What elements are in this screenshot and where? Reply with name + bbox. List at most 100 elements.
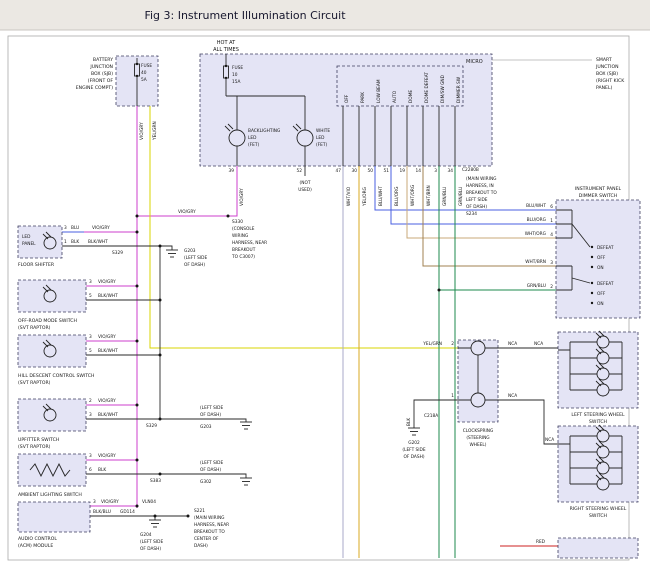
bjb-label: ENGINE COMPT) (76, 85, 113, 91)
wire-label: BLK/WHT (98, 348, 118, 354)
svg-text:S234: S234 (466, 211, 477, 217)
svg-text:NCA: NCA (545, 437, 554, 443)
pin-number: 52 (297, 168, 303, 174)
component-name: CLOCKSPRING (463, 428, 494, 434)
switch-position-label: OFF (597, 291, 606, 297)
svg-text:NCA: NCA (508, 341, 517, 347)
fuse-10-label: 10 (232, 72, 238, 78)
wire-label: VIO/GRY (239, 188, 245, 206)
svg-text:HARNESS, NEAR: HARNESS, NEAR (194, 522, 229, 528)
component-name: (SVT RAPTOR) (18, 380, 51, 386)
pin-number: 3 (93, 499, 96, 505)
wire-label: RED (536, 539, 546, 545)
hot-at-all-times-label: HOT AT (217, 40, 236, 46)
pin-number: 50 (368, 168, 374, 174)
component-name: DIMMER SWITCH (579, 193, 617, 199)
micro-signal-label: OFF (344, 94, 350, 103)
component-name: HILL DESCENT CONTROL SWITCH (18, 373, 94, 379)
bjb-label: JUNCTION (89, 64, 113, 70)
svg-text:BREAKOUT: BREAKOUT (232, 247, 256, 253)
wire-label: VIO/GRY (139, 122, 145, 140)
fuse-40-label: 40 (141, 70, 147, 76)
svg-text:LEFT SIDE: LEFT SIDE (466, 197, 488, 203)
sjb-label: (RIGHT KICK (596, 78, 625, 84)
pin-number: 39 (229, 168, 235, 174)
pin-number: 2 (89, 398, 92, 404)
component-name: LEFT STEERING WHEEL (571, 412, 625, 418)
pin-number: 47 (336, 168, 342, 174)
backlighting-led-label: LED (248, 135, 257, 141)
sjb-label: PANEL) (596, 85, 613, 91)
svg-text:HARNESS, NEAR: HARNESS, NEAR (232, 240, 267, 246)
sjb-label: JUNCTION (595, 64, 619, 70)
pin-number: 34 (448, 168, 454, 174)
pin-number: 5 (89, 293, 92, 299)
sjb-label: SMART (596, 57, 612, 63)
component-name: (SVT RAPTOR) (18, 325, 51, 331)
svg-text:HARNESS, IN: HARNESS, IN (466, 183, 494, 189)
micro-label: MICRO (466, 59, 483, 65)
wire-label: YEL/GRN (152, 121, 158, 141)
wire-label: YEL/GRN (422, 341, 442, 347)
white-led-label: WHITE (316, 128, 330, 134)
svg-text:S221: S221 (194, 508, 205, 514)
backlighting-led-label: BACKLIGHTING (248, 128, 280, 134)
pin-number: 30 (352, 168, 358, 174)
svg-text:S330: S330 (232, 219, 243, 225)
svg-text:(MAIN WIRING: (MAIN WIRING (194, 515, 224, 521)
component-name: (STEERING (466, 435, 489, 441)
wire-label: GRN/BLU (458, 187, 464, 206)
svg-text:NCA: NCA (508, 393, 517, 399)
circuit-label: GD114 (120, 509, 135, 515)
backlighting-led-label: (FET) (248, 142, 259, 148)
svg-text:OF DASH): OF DASH) (140, 546, 161, 552)
svg-text:(LEFT SIDE: (LEFT SIDE (184, 255, 207, 261)
fuse-40-label: FUSE (141, 63, 152, 69)
svg-text:G302: G302 (200, 479, 212, 485)
micro-signal-label: DOME DEFEAT (424, 72, 430, 103)
wire-label: WHT/VIO (346, 186, 352, 206)
wire-label: VIO/GRY (98, 334, 116, 340)
bjb-label: (FRONT OF (88, 78, 114, 84)
pin-number: 3 (89, 412, 92, 418)
wire-label: BLK/BLU (93, 509, 111, 515)
white-led-label: (FET) (316, 142, 327, 148)
wire-label: BLK/WHT (98, 412, 118, 418)
svg-text:PANEL: PANEL (22, 241, 36, 247)
svg-text:OF DASH): OF DASH) (184, 262, 205, 268)
micro-signal-label: PARK (360, 92, 366, 103)
pin-number: 1 (64, 239, 67, 245)
wire-label: BLU/ORG (394, 187, 400, 206)
micro-signal-label: AUTO (392, 90, 398, 103)
svg-text:(CONSOLE: (CONSOLE (232, 226, 255, 232)
component-name: UPFITTER SWITCH (18, 437, 59, 443)
wire-label: BLK/WHT (98, 293, 118, 299)
component-name: SWITCH (589, 513, 607, 519)
wire-label: VIO/GRY (92, 225, 110, 231)
svg-text:(LEFT SIDE: (LEFT SIDE (200, 460, 223, 466)
svg-text:TO C3007): TO C3007) (231, 254, 255, 260)
title-bar: Fig 3: Instrument Illumination Circuit (0, 0, 650, 30)
white-led-label: LED (316, 135, 325, 141)
svg-text:(LEFT SIDE: (LEFT SIDE (200, 405, 223, 411)
connector-c218a-label: C218A (424, 413, 438, 419)
connector-c2280b-label: C2280B (462, 167, 479, 173)
pin-number: 6 (89, 467, 92, 473)
svg-text:BLU/WHT: BLU/WHT (526, 203, 546, 209)
pin-number: 3 (89, 279, 92, 285)
component-name: AMBIENT LIGHTING SWITCH (18, 492, 82, 498)
svg-text:BREAKOUT TO: BREAKOUT TO (194, 529, 225, 535)
svg-text:OF DASH): OF DASH) (200, 412, 221, 418)
wire-label: BLU/WHT (378, 186, 384, 206)
pin-number: 51 (384, 168, 390, 174)
not-used-label: (NOT (300, 180, 311, 186)
micro-signal-label: DIMMER SW (456, 76, 462, 103)
bjb-label: BATTERY (93, 57, 113, 63)
pin-number: 3 (64, 225, 67, 231)
component-name: INSTRUMENT PANEL (575, 186, 622, 192)
svg-text:(MAIN WIRING: (MAIN WIRING (466, 176, 496, 182)
wire-label: GRN/BLU (442, 187, 448, 206)
pin-number: 1 (451, 393, 454, 399)
splice-s329-label: S329 (112, 250, 123, 256)
component-name: RIGHT STEERING WHEEL (570, 506, 627, 512)
